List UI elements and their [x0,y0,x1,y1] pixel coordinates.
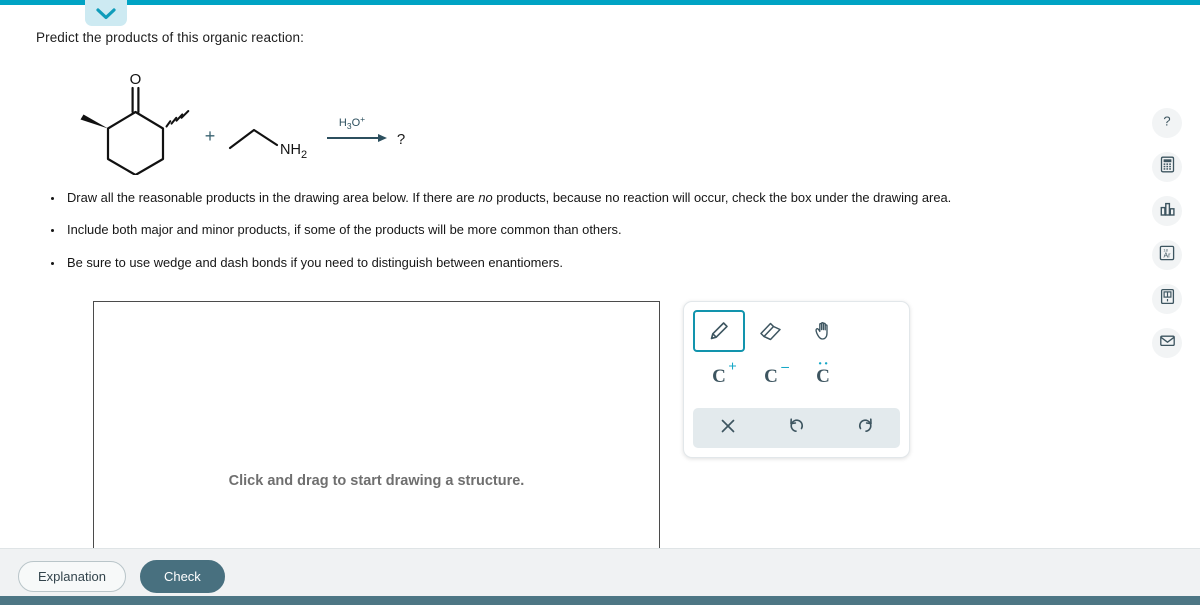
radical-tool[interactable]: C·· [797,356,849,398]
check-button[interactable]: Check [140,560,225,593]
help-button[interactable]: ? [1152,108,1182,138]
c-plus-letter: C [712,366,726,387]
explanation-button[interactable]: Explanation [18,561,126,592]
svg-text:Ar: Ar [1164,252,1172,259]
reaction-scheme: O + NH2 [55,60,425,175]
question-mark-icon: ? [1158,112,1176,135]
instruction-text: Include both major and minor products, i… [67,222,622,237]
carbanion-tool[interactable]: C– [745,356,797,398]
redo-button[interactable] [831,408,900,448]
reagent-label: H3O+ [339,114,365,131]
drawing-canvas[interactable]: Click and drag to start drawing a struct… [93,301,660,548]
instruction-text-cont: products, because no reaction will occur… [493,190,952,205]
hash-bond [167,111,189,127]
footer-bar: Explanation Check [0,548,1200,596]
instruction-emphasis: no [478,190,492,205]
chart-button[interactable] [1152,196,1182,226]
eraser-tool[interactable] [745,310,797,352]
hand-icon [810,318,836,344]
bar-chart-icon [1158,199,1177,223]
undo-button[interactable] [762,408,831,448]
product-placeholder: ? [397,131,405,148]
toolbar-actions [693,408,900,448]
reaction-arrow [327,134,387,142]
list-item: Draw all the reasonable products in the … [64,189,1086,207]
c-minus-superscript: – [781,359,789,376]
instructions-list: Draw all the reasonable products in the … [46,189,1086,286]
c-lone-pair-icon: C·· [816,366,830,388]
right-toolbar: ? [1152,108,1182,358]
top-accent-bar [0,0,1200,5]
close-x-icon [719,417,737,440]
pencil-icon [706,318,732,344]
calculator-icon [1158,155,1177,179]
envelope-icon [1158,331,1177,355]
undo-icon [787,416,806,440]
carbonyl-oxygen-label: O [130,71,142,88]
periodic-table-button[interactable]: 18 Ar [1152,240,1182,270]
collapse-panel-tab[interactable] [85,0,127,26]
canvas-hint-text: Click and drag to start drawing a struct… [94,472,659,492]
pencil-tool[interactable] [693,310,745,352]
clear-button[interactable] [693,408,762,448]
svg-text:?: ? [1163,113,1170,128]
amine-label: NH2 [280,142,307,161]
eraser-icon [757,319,785,343]
chevron-down-icon [96,7,116,20]
question-page: Predict the products of this organic rea… [0,0,1200,605]
lone-pair-dots: ·· [818,357,830,372]
bottom-accent-bar [0,596,1200,605]
book-icon [1158,287,1177,311]
c-plus-icon: C+ [712,366,726,388]
drawing-toolbar: C+ C– C·· [683,301,910,458]
reference-button[interactable] [1152,284,1182,314]
redo-icon [856,416,875,440]
plus-sign: + [205,126,216,146]
page-title: Predict the products of this organic rea… [36,30,304,45]
calculator-button[interactable] [1152,152,1182,182]
footer-actions: Explanation Check [18,560,225,593]
tool-grid: C+ C– C·· [684,302,909,404]
pan-tool[interactable] [797,310,849,352]
message-button[interactable] [1152,328,1182,358]
periodic-table-icon: 18 Ar [1157,243,1177,268]
carbocation-tool[interactable]: C+ [693,356,745,398]
instruction-text: Be sure to use wedge and dash bonds if y… [67,255,563,270]
list-item: Include both major and minor products, i… [64,221,1086,239]
c-plus-superscript: + [728,359,737,376]
wedge-bond [81,115,109,129]
c-minus-letter: C [764,366,778,387]
list-item: Be sure to use wedge and dash bonds if y… [64,254,1086,272]
c-minus-icon: C– [764,366,778,388]
instruction-text: Draw all the reasonable products in the … [67,190,478,205]
